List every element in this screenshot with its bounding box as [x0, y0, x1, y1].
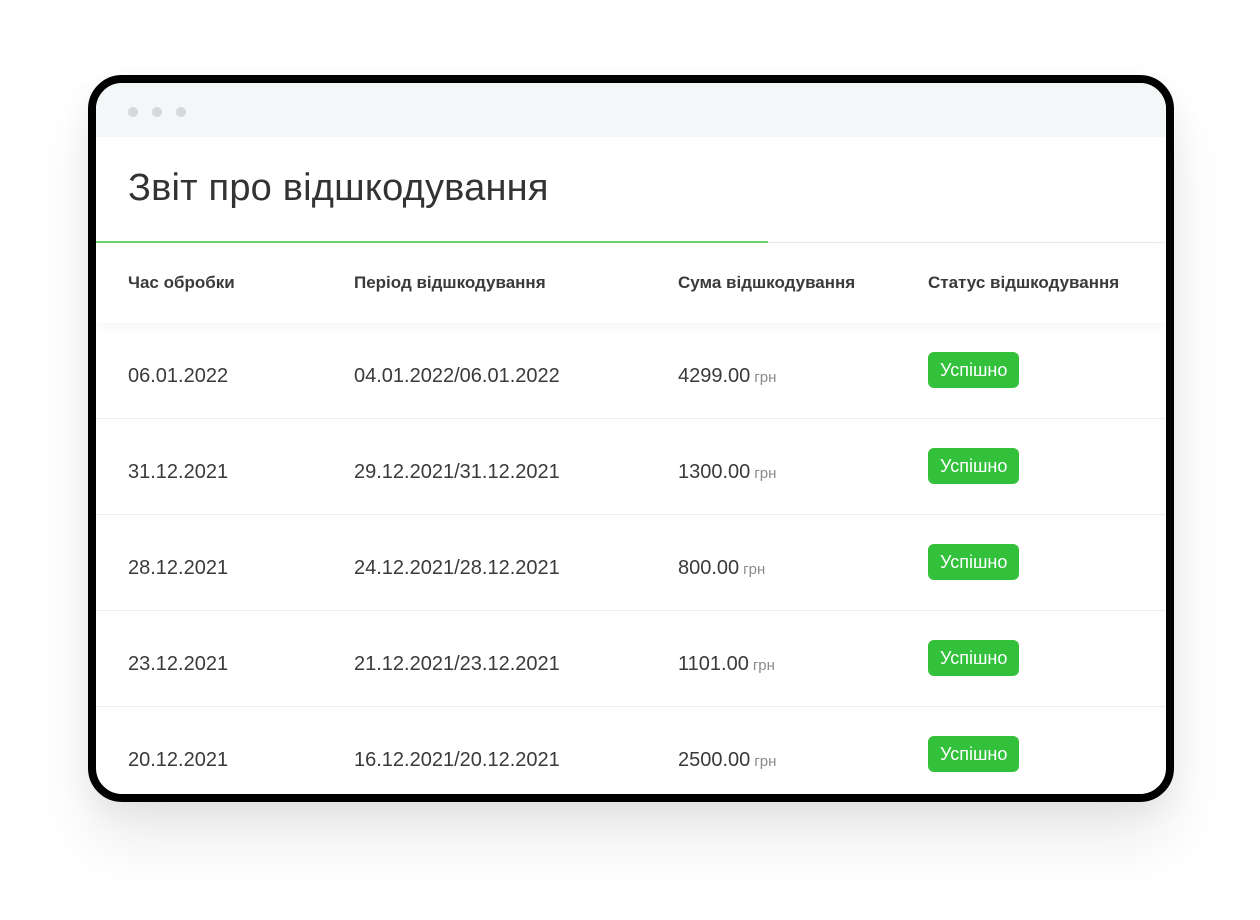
header-refund-period[interactable]: Період відшкодування [354, 273, 546, 293]
cell-amount: 2500.00 грн [678, 749, 776, 772]
cell-period: 29.12.2021/31.12.2021 [354, 461, 560, 483]
browser-window: Звіт про відшкодування Час обробки Періо… [88, 75, 1174, 802]
amount-value: 1101.00 [678, 653, 749, 675]
status-badge: Успішно [928, 640, 1020, 676]
currency-unit: грн [754, 465, 777, 482]
window-maximize-dot-icon[interactable] [176, 107, 186, 117]
table-row[interactable]: 28.12.2021 24.12.2021/28.12.2021 800.00 г… [96, 515, 1166, 611]
header-refund-status[interactable]: Статус відшкодування [928, 273, 1119, 293]
table-row[interactable]: 06.01.2022 04.01.2022/06.01.2022 4299.00… [96, 323, 1166, 419]
cell-period: 21.12.2021/23.12.2021 [354, 653, 560, 675]
cell-processing-time: 31.12.2021 [128, 461, 229, 483]
cell-period: 16.12.2021/20.12.2021 [354, 749, 560, 771]
status-badge: Успішно [928, 736, 1020, 772]
cell-processing-time: 06.01.2022 [128, 365, 229, 387]
table-row[interactable]: 20.12.2021 16.12.2021/20.12.2021 2500.00… [96, 707, 1166, 794]
status-badge: Успішно [928, 448, 1020, 484]
table-row[interactable]: 31.12.2021 29.12.2021/31.12.2021 1300.00… [96, 419, 1166, 515]
amount-value: 800.00 [678, 557, 740, 579]
currency-unit: грн [743, 561, 766, 578]
amount-value: 1300.00 [678, 461, 751, 483]
cell-processing-time: 28.12.2021 [128, 557, 229, 579]
table-header: Час обробки Період відшкодування Сума ві… [96, 243, 1166, 323]
cell-amount: 1101.00 грн [678, 653, 775, 676]
amount-value: 2500.00 [678, 749, 751, 771]
window-minimize-dot-icon[interactable] [152, 107, 162, 117]
table-row[interactable]: 23.12.2021 21.12.2021/23.12.2021 1101.00… [96, 611, 1166, 707]
currency-unit: грн [754, 369, 777, 386]
cell-processing-time: 23.12.2021 [128, 653, 229, 675]
cell-amount: 4299.00 грн [678, 365, 776, 388]
cell-period: 04.01.2022/06.01.2022 [354, 365, 560, 387]
cell-period: 24.12.2021/28.12.2021 [354, 557, 560, 579]
status-badge: Успішно [928, 352, 1020, 388]
window-titlebar [96, 83, 1166, 137]
window-close-dot-icon[interactable] [128, 107, 138, 117]
header-refund-amount[interactable]: Сума відшкодування [678, 273, 855, 293]
status-badge: Успішно [928, 544, 1020, 580]
page-title: Звіт про відшкодування [128, 167, 549, 209]
currency-unit: грн [752, 657, 775, 674]
cell-amount: 800.00 грн [678, 557, 765, 580]
table-body: 06.01.2022 04.01.2022/06.01.2022 4299.00… [96, 323, 1166, 794]
header-processing-time[interactable]: Час обробки [128, 273, 235, 293]
currency-unit: грн [754, 753, 777, 770]
cell-amount: 1300.00 грн [678, 461, 776, 484]
amount-value: 4299.00 [678, 365, 751, 387]
cell-processing-time: 20.12.2021 [128, 749, 229, 771]
